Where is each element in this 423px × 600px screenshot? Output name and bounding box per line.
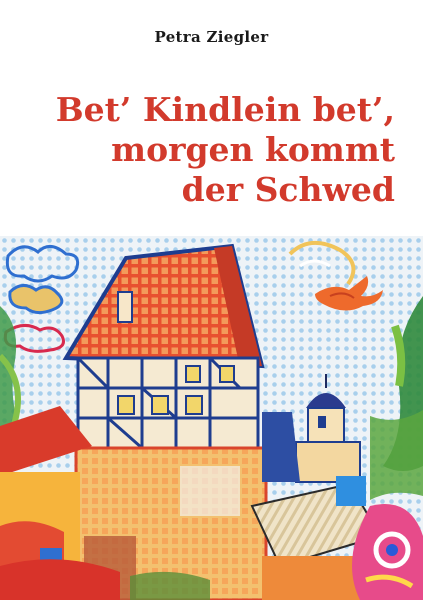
cover-artwork xyxy=(0,236,423,600)
title-line-3: der Schwed xyxy=(181,170,395,209)
title-line-1: Bet’ Kindlein bet’, xyxy=(55,90,395,129)
author-name: Petra Ziegler xyxy=(154,28,269,46)
book-cover: Petra Ziegler Bet’ Kindlein bet’, morgen… xyxy=(0,0,423,600)
title-line-2: morgen kommt xyxy=(111,130,395,169)
book-title: Bet’ Kindlein bet’, morgen kommt der Sch… xyxy=(15,90,395,210)
